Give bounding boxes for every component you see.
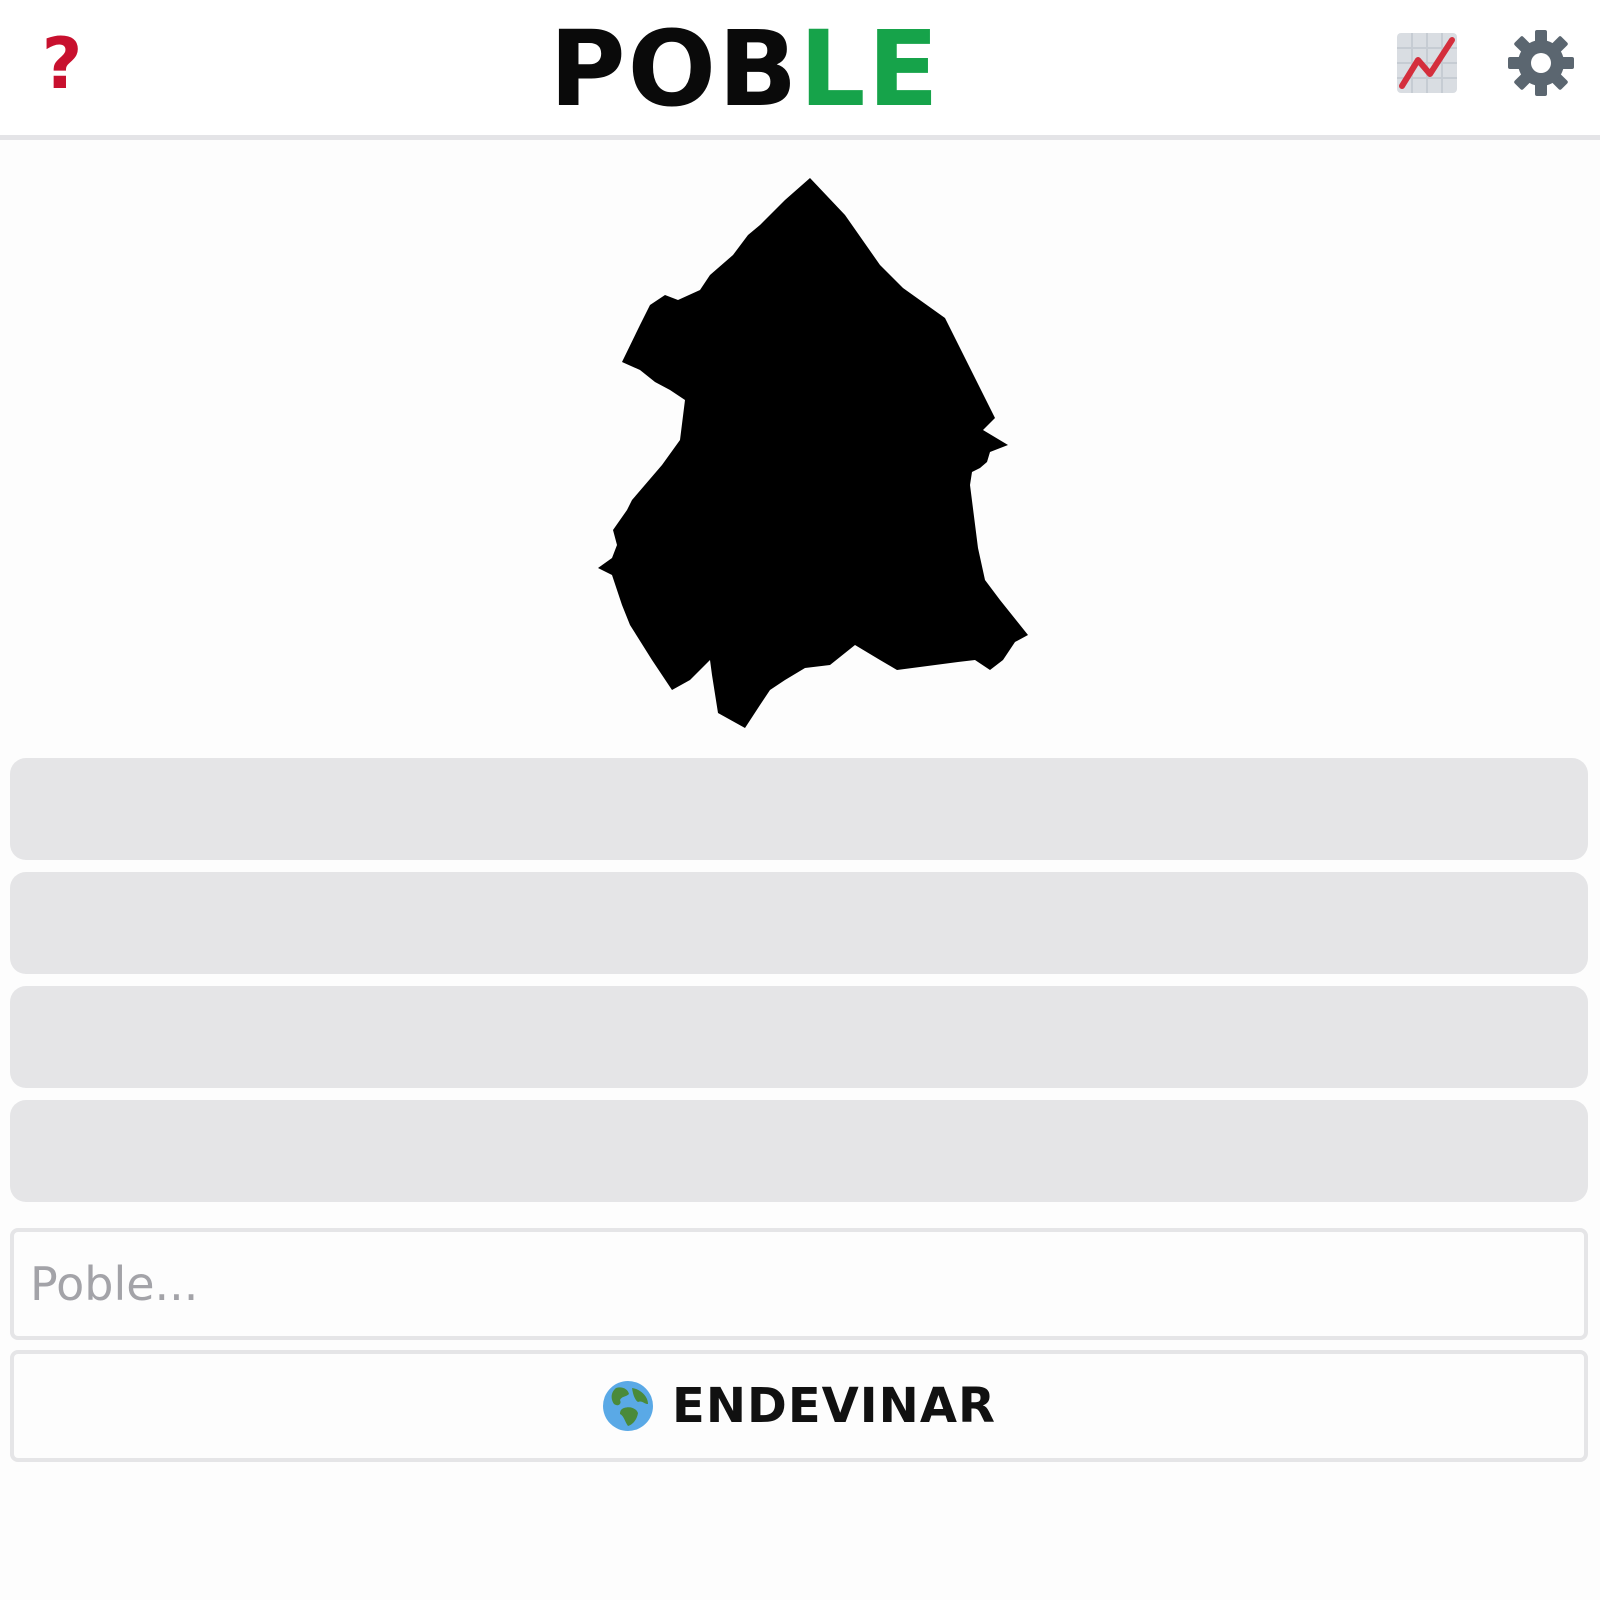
game-title: POBLE bbox=[0, 14, 1490, 124]
chart-increasing-icon bbox=[1397, 33, 1457, 93]
globe-europe-africa-icon bbox=[603, 1381, 654, 1431]
title-part-green: LE bbox=[799, 8, 941, 130]
guess-row bbox=[10, 872, 1588, 974]
statistics-button[interactable] bbox=[1394, 30, 1460, 96]
guess-row bbox=[10, 1100, 1588, 1202]
town-input-container bbox=[10, 1228, 1588, 1340]
title-part-dark: POB bbox=[549, 8, 800, 130]
guess-row bbox=[10, 758, 1588, 860]
town-search-input[interactable] bbox=[14, 1232, 1584, 1336]
top-bar: ? POBLE bbox=[0, 0, 1600, 140]
guess-row bbox=[10, 986, 1588, 1088]
gear-icon bbox=[1508, 30, 1574, 96]
guess-button-label: ENDEVINAR bbox=[672, 1378, 996, 1434]
town-silhouette bbox=[0, 150, 1600, 740]
settings-button[interactable] bbox=[1506, 28, 1576, 98]
guess-button[interactable]: ENDEVINAR bbox=[10, 1350, 1588, 1462]
town-silhouette-shape bbox=[598, 178, 1028, 728]
